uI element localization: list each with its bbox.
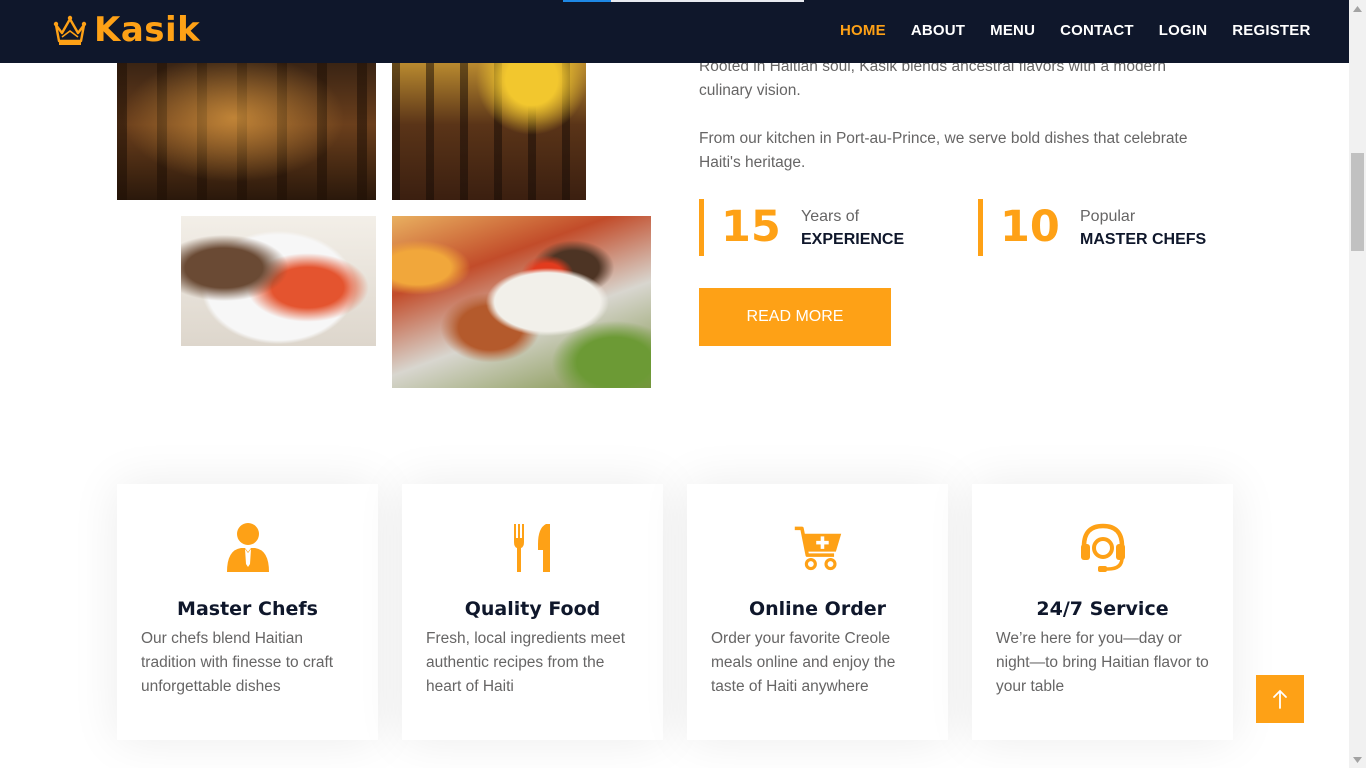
nav-login[interactable]: LOGIN [1159,21,1208,41]
nav-menu-link[interactable]: MENU [990,21,1035,41]
read-more-button[interactable]: READ MORE [699,288,891,346]
crab-dish-image [392,216,651,388]
stat-experience: 15 Years of EXPERIENCE [699,199,959,256]
nav-menu: HOME ABOUT MENU CONTACT LOGIN REGISTER [840,21,1336,41]
cart-plus-icon [794,526,842,571]
service-title: Master Chefs [177,598,318,620]
navbar: Kasik HOME ABOUT MENU CONTACT LOGIN REGI… [0,0,1349,63]
nav-register[interactable]: REGISTER [1232,21,1310,41]
brand-name: Kasik [94,10,201,50]
nav-contact[interactable]: CONTACT [1060,21,1134,41]
scroll-down-arrow-icon[interactable] [1349,751,1366,768]
restaurant-interior-image-1 [117,63,376,200]
service-title: Online Order [748,598,887,620]
service-title: 24/7 Service [1036,598,1169,620]
restaurant-interior-image-2 [392,63,586,200]
back-to-top-button[interactable] [1256,675,1304,723]
service-description: Our chefs blend Haitian tradition with f… [141,630,334,695]
service-description: Order your favorite Creole meals online … [711,630,896,695]
scrollbar-thumb[interactable] [1351,153,1364,251]
stat-caption: Popular [1080,208,1136,225]
service-card-quality-food: Quality Food Fresh, local ingredients me… [402,484,663,740]
stat-label: MASTER CHEFS [1080,231,1207,248]
stat-master-chefs: 10 Popular MASTER CHEFS [978,199,1238,256]
nav-about[interactable]: ABOUT [911,21,965,41]
service-description: Fresh, local ingredients meet authentic … [426,630,626,695]
loading-bar-fill [563,0,611,2]
stat-number: 15 [721,202,781,252]
stat-label: EXPERIENCE [801,231,905,248]
service-title: Quality Food [464,598,601,620]
scroll-up-arrow-icon[interactable] [1349,0,1366,17]
nav-home[interactable]: HOME [840,21,886,41]
service-card-24-7-service: 24/7 Service We’re here for you—day or n… [972,484,1233,740]
service-card-master-chefs: Master Chefs Our chefs blend Haitian tra… [117,484,378,740]
chef-icon [227,523,269,572]
stat-caption: Years of [801,208,860,225]
stat-number: 10 [1000,202,1060,252]
headset-icon [1081,523,1125,572]
brand-logo[interactable]: Kasik [52,10,200,50]
fish-dish-image [181,216,376,346]
about-paragraph-2: From our kitchen in Port-au-Prince, we s… [699,130,1188,171]
page: Kasik HOME ABOUT MENU CONTACT LOGIN REGI… [0,0,1366,768]
vertical-scrollbar[interactable] [1349,0,1366,768]
service-card-online-order: Online Order Order your favorite Creole … [687,484,948,740]
service-description: We’re here for you—day or night—to bring… [996,630,1209,695]
crown-icon [53,15,87,45]
utensils-icon [514,524,550,572]
loading-bar [563,0,804,2]
arrow-up-icon [1273,689,1287,709]
